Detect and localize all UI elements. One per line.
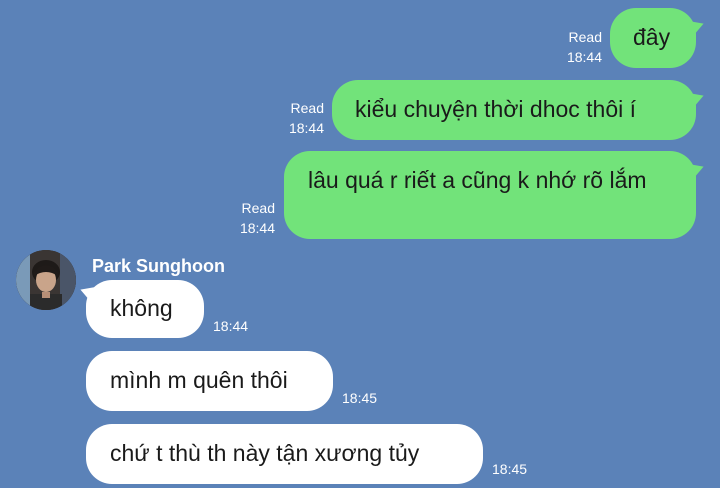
message-meta: 18:45 — [492, 459, 527, 479]
chat-area[interactable]: Read 18:44 đây Read 18:44 kiểu chuyện th… — [0, 0, 720, 488]
message-time: 18:44 — [566, 49, 602, 65]
message-time: 18:44 — [239, 220, 275, 236]
read-status: Read — [241, 200, 275, 216]
message-time: 18:45 — [492, 461, 528, 477]
message-meta: Read 18:44 — [240, 198, 275, 238]
outgoing-message-bubble[interactable]: lâu quá r riết a cũng k nhớ rõ lắm — [284, 151, 696, 239]
read-status: Read — [568, 29, 602, 45]
message-text: mình m quên thôi — [110, 367, 288, 393]
message-text: không — [110, 295, 173, 321]
message-text: lâu quá r riết a cũng k nhớ rõ lắm — [308, 167, 647, 193]
contact-avatar[interactable] — [16, 250, 76, 310]
message-time: 18:44 — [213, 318, 249, 334]
message-meta: 18:44 — [213, 316, 248, 336]
outgoing-message-bubble[interactable]: kiểu chuyện thời dhoc thôi í — [332, 80, 696, 140]
message-text: kiểu chuyện thời dhoc thôi í — [355, 96, 637, 122]
message-time: 18:45 — [342, 390, 378, 406]
message-meta: 18:45 — [342, 388, 377, 408]
avatar-photo-icon — [16, 250, 76, 310]
outgoing-message-bubble[interactable]: đây — [610, 8, 696, 68]
sender-name: Park Sunghoon — [92, 256, 226, 276]
message-meta: Read 18:44 — [567, 27, 602, 67]
message-text: chứ t thù th này tận xương tủy — [110, 440, 420, 466]
message-time: 18:44 — [288, 120, 324, 136]
incoming-message-bubble[interactable]: chứ t thù th này tận xương tủy — [86, 424, 483, 484]
message-text: đây — [633, 24, 671, 50]
incoming-message-bubble[interactable]: không — [86, 280, 204, 338]
incoming-message-bubble[interactable]: mình m quên thôi — [86, 351, 333, 411]
read-status: Read — [290, 100, 324, 116]
message-meta: Read 18:44 — [289, 98, 324, 138]
